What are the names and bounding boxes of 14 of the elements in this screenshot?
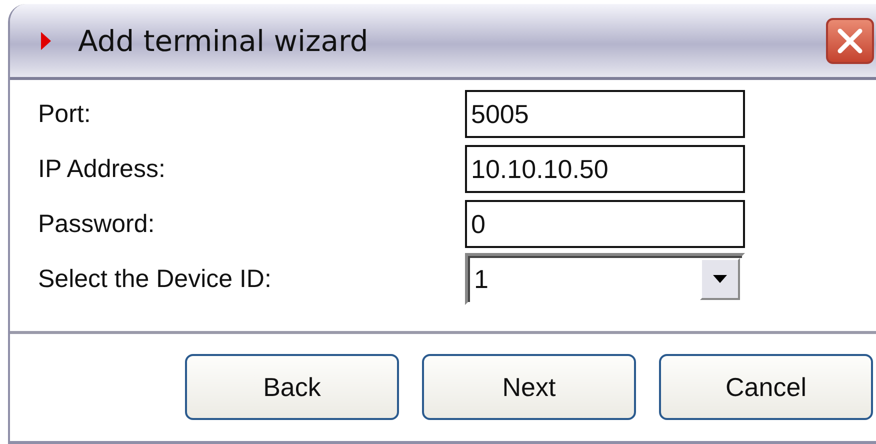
dialog-button[interactable]: Cancel (659, 354, 873, 420)
input-field[interactable]: 0 (465, 200, 745, 248)
field-label: IP Address: (38, 154, 166, 184)
input-field[interactable]: 5005 (465, 90, 745, 138)
window-title: Add terminal wizard (78, 24, 368, 58)
field-label: Port: (38, 100, 92, 128)
dialog-button[interactable]: Next (422, 354, 636, 420)
dropdown-field[interactable]: 1 (465, 253, 745, 305)
input-field[interactable]: 10.10.10.50 (465, 145, 745, 193)
field-label: Password: (38, 210, 156, 238)
triangle-icon (40, 30, 52, 50)
close-button[interactable] (826, 18, 874, 64)
dialog-button[interactable]: Back (185, 354, 399, 420)
field-label: Select the Device ID: (38, 264, 272, 294)
